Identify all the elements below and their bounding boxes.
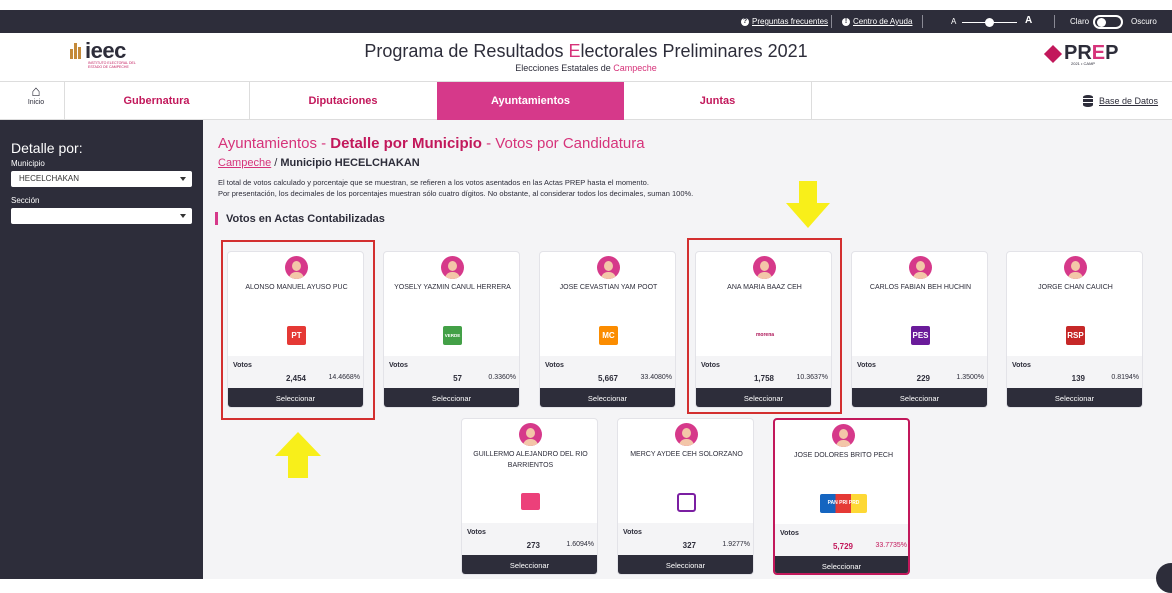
font-size-small-label: A: [951, 17, 957, 26]
select-button[interactable]: Seleccionar: [1007, 388, 1142, 407]
candidate-name: GUILLERMO ALEJANDRO DEL RIO BARRIENTOS: [473, 451, 588, 469]
candidate-avatar-icon: [519, 423, 542, 446]
vote-percentage: 0.8194%: [1111, 374, 1139, 381]
votes-label: Votos: [467, 529, 486, 536]
candidate-avatar-icon: [832, 424, 855, 447]
annotation-arrow-down-icon: [786, 181, 830, 228]
vote-percentage: 33.4080%: [640, 374, 672, 381]
vote-percentage: 33.7735%: [875, 542, 907, 549]
font-size-large-label: A: [1025, 15, 1033, 26]
vote-percentage: 0.3360%: [488, 374, 516, 381]
page-subtitle: Elecciones Estatales de Campeche: [515, 63, 657, 73]
candidate-avatar-icon: [597, 256, 620, 279]
info-icon: !: [842, 17, 850, 26]
candidate-name: MERCY AYDEE CEH SOLORZANO: [630, 451, 743, 458]
home-icon: ⌂: [31, 83, 41, 100]
candidate-name: JORGE CHAN CAUICH: [1038, 284, 1113, 291]
vote-count: 5,729: [832, 542, 853, 551]
candidate-name: CARLOS FABIAN BEH HUCHIN: [869, 284, 972, 291]
prep-diamond-icon: [1043, 44, 1063, 63]
candidate-name: JOSE DOLORES BRITO PECH: [793, 452, 894, 459]
section-heading: Ayuntamientos - Detalle por Municipio - …: [218, 135, 645, 152]
highlight-box: [221, 240, 375, 420]
candidate-card: JORGE CHAN CAUICH RSP Votos 139 0.8194% Selec…: [1006, 251, 1143, 408]
select-button[interactable]: Seleccionar: [852, 388, 987, 407]
candidate-card: CARLOS FABIAN BEH HUCHIN PES Votos 229 1.350…: [851, 251, 988, 408]
tab-juntas[interactable]: Juntas: [624, 82, 811, 121]
party-logo: [677, 493, 696, 512]
vote-count: 5,667: [597, 374, 618, 383]
candidate-avatar-icon: [675, 423, 698, 446]
top-bar: ? Preguntas frecuentes ! Centro de Ayuda A…: [0, 0, 1172, 33]
candidate-name: YOSELY YAZMIN CANUL HERRERA: [394, 284, 511, 291]
vote-count: 57: [453, 374, 462, 383]
party-logo: VERDE: [443, 326, 462, 345]
divider: [831, 15, 832, 28]
home-button[interactable]: ⌂ Inicio: [24, 83, 48, 106]
vote-count: 229: [916, 374, 930, 383]
seccion-label: Sección: [11, 196, 40, 205]
municipio-label: Municipio: [11, 159, 45, 168]
candidate-card: GUILLERMO ALEJANDRO DEL RIO BARRIENTOS Vo…: [461, 418, 598, 575]
select-button[interactable]: Seleccionar: [540, 388, 675, 407]
candidate-name: JOSE CEVASTIAN YAM POOT: [559, 284, 658, 291]
party-logo: PAN PRI PRD: [820, 494, 867, 513]
vote-count: 139: [1071, 374, 1085, 383]
tab-gubernatura[interactable]: Gubernatura: [64, 82, 249, 121]
votes-section-title: Votos en Actas Contabilizadas: [215, 212, 385, 225]
font-size-slider-handle[interactable]: [985, 18, 994, 27]
theme-toggle[interactable]: [1093, 15, 1123, 29]
party-logo: [521, 493, 540, 510]
candidate-avatar-icon: [1064, 256, 1087, 279]
municipio-select[interactable]: HECELCHAKAN: [11, 171, 192, 187]
help-center-link[interactable]: ! Centro de Ayuda: [842, 17, 912, 26]
votes-label: Votos: [780, 530, 799, 537]
select-button[interactable]: Seleccionar: [462, 555, 597, 574]
main-nav: ⌂ Inicio Gubernatura Diputaciones Ayunta…: [0, 81, 1172, 121]
database-link[interactable]: Base de Datos: [1083, 95, 1158, 107]
annotation-arrow-up-icon: [275, 432, 321, 478]
select-button[interactable]: Seleccionar: [618, 555, 753, 574]
sidebar: Detalle por: Municipio HECELCHAKAN Secci…: [0, 120, 203, 579]
votes-label: Votos: [545, 362, 564, 369]
candidate-card: JOSE DOLORES BRITO PECH PAN PRI PRD Votos 5…: [773, 418, 910, 575]
sidebar-title: Detalle por:: [11, 140, 83, 156]
votes-label: Votos: [1012, 362, 1031, 369]
highlight-box: [687, 238, 842, 414]
votes-label: Votos: [623, 529, 642, 536]
breadcrumb: Campeche / Municipio HECELCHAKAN: [218, 157, 420, 169]
candidate-card: YOSELY YAZMIN CANUL HERRERA VERDE Votos 57 0…: [383, 251, 520, 408]
candidate-avatar-icon: [441, 256, 464, 279]
party-logo: MC: [599, 326, 618, 345]
vote-count: 273: [526, 541, 540, 550]
tab-ayuntamientos[interactable]: Ayuntamientos: [437, 82, 624, 121]
select-button[interactable]: Seleccionar: [384, 388, 519, 407]
party-logo: PES: [911, 326, 930, 345]
theme-light-label: Claro: [1070, 17, 1090, 26]
candidate-card: JOSE CEVASTIAN YAM POOT MC Votos 5,667 33.40…: [539, 251, 676, 408]
toggle-knob: [1097, 18, 1106, 27]
section-marker: [215, 212, 218, 225]
question-icon: ?: [741, 17, 749, 26]
faq-link[interactable]: ? Preguntas frecuentes: [741, 17, 828, 26]
votes-label: Votos: [857, 362, 876, 369]
seccion-select[interactable]: [11, 208, 192, 224]
divider: [922, 15, 923, 28]
select-button[interactable]: Seleccionar: [775, 556, 908, 573]
vote-count: 327: [682, 541, 696, 550]
vote-percentage: 1.3500%: [956, 374, 984, 381]
prep-logo: PREP 2021 • CAMP: [1043, 42, 1118, 66]
candidate-card: MERCY AYDEE CEH SOLORZANO Votos 327 1.9277%…: [617, 418, 754, 575]
database-icon: [1083, 95, 1093, 107]
vote-percentage: 1.9277%: [722, 541, 750, 548]
tab-diputaciones[interactable]: Diputaciones: [249, 82, 437, 121]
breadcrumb-link-campeche[interactable]: Campeche: [218, 157, 271, 169]
page-title: Programa de Resultados Electorales Preli…: [364, 41, 808, 61]
votes-label: Votos: [389, 362, 408, 369]
party-logo: RSP: [1066, 326, 1085, 345]
divider: [1054, 15, 1055, 28]
vote-percentage: 1.6094%: [566, 541, 594, 548]
theme-dark-label: Oscuro: [1131, 17, 1157, 26]
candidate-avatar-icon: [909, 256, 932, 279]
